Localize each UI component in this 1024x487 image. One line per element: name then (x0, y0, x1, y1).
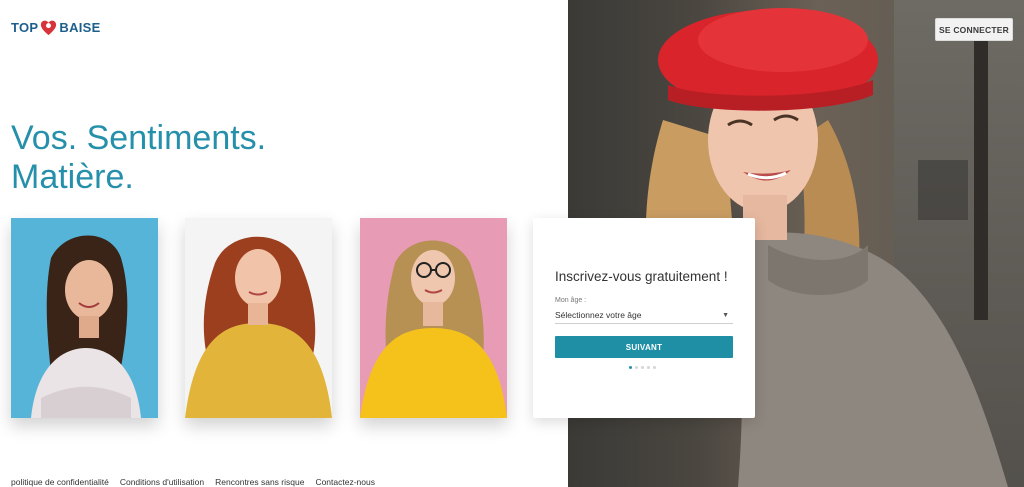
woman-glasses-illustration (360, 218, 507, 418)
age-select-value: Sélectionnez votre âge (555, 310, 642, 320)
footer-link-safe-dating[interactable]: Rencontres sans risque (215, 477, 304, 487)
headline-line-1: Vos. Sentiments. (11, 119, 267, 157)
signup-title: Inscrivez-vous gratuitement ! (555, 269, 728, 284)
next-button[interactable]: SUIVANT (555, 336, 733, 358)
step-dot-2 (635, 366, 638, 369)
footer-links: politique de confidentialité Conditions … (11, 477, 375, 487)
login-button[interactable]: SE CONNECTER (935, 18, 1013, 41)
woman-redhead-illustration (185, 218, 332, 418)
logo-text-top: TOP (11, 20, 39, 35)
footer-link-contact[interactable]: Contactez-nous (315, 477, 375, 487)
step-indicator (629, 366, 656, 369)
signup-panel: Inscrivez-vous gratuitement ! Mon âge : … (533, 218, 755, 418)
profile-photo-card-3 (360, 218, 507, 418)
step-dot-1 (629, 366, 632, 369)
footer-link-privacy[interactable]: politique de confidentialité (11, 477, 109, 487)
step-dot-3 (641, 366, 644, 369)
profile-photo-card-2 (185, 218, 332, 418)
profile-photo-card-1 (11, 218, 158, 418)
logo-text-baise: BAISE (59, 20, 101, 35)
step-dot-4 (647, 366, 650, 369)
footer-link-terms[interactable]: Conditions d'utilisation (120, 477, 204, 487)
age-select[interactable]: Sélectionnez votre âge ▼ (555, 307, 733, 324)
heart-pin-icon (41, 20, 57, 36)
age-label: Mon âge : (555, 297, 587, 304)
woman-brunette-illustration (11, 218, 158, 418)
caret-down-icon: ▼ (722, 311, 729, 319)
hero-headline: Vos. Sentiments. Matière. (11, 119, 266, 197)
step-dot-5 (653, 366, 656, 369)
site-logo[interactable]: TOP BAISE (11, 18, 101, 37)
headline-line-2: Matière. (11, 158, 134, 196)
